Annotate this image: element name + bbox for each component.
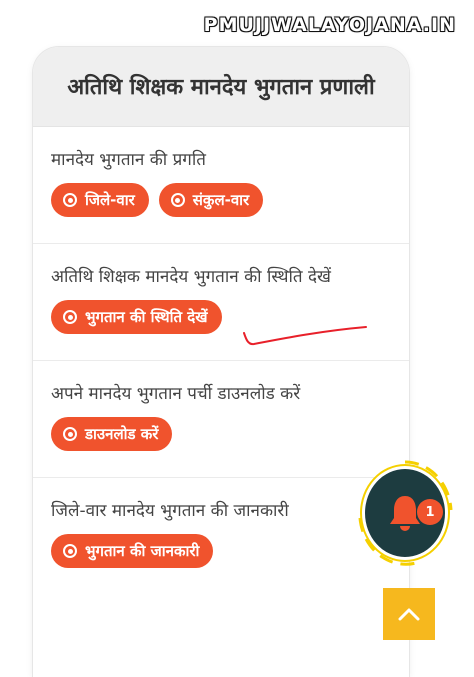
notification-count-badge: 1 [417, 499, 443, 525]
button-label: जिले-वार [85, 191, 135, 209]
district-wise-button[interactable]: जिले-वार [51, 183, 149, 217]
red-underline-scribble [243, 326, 367, 346]
card-header: अतिथि शिक्षक मानदेय भुगतान प्रणाली [33, 47, 409, 127]
button-label: भुगतान की जानकारी [85, 542, 200, 560]
button-label: संकुल-वार [192, 191, 250, 209]
section-payment-progress: मानदेय भुगतान की प्रगति जिले-वार संकुल-व… [33, 127, 409, 244]
radio-dot-icon [170, 193, 185, 207]
section-label: जिले-वार मानदेय भुगतान की जानकारी [51, 501, 289, 521]
button-label: डाउनलोड करें [85, 425, 159, 443]
section-download-slip: अपने मानदेय भुगतान पर्ची डाउनलोड करें डा… [33, 361, 409, 478]
button-row: जिले-वार संकुल-वार [51, 183, 397, 217]
card-title: अतिथि शिक्षक मानदेय भुगतान प्रणाली [67, 73, 375, 100]
section-label: मानदेय भुगतान की प्रगति [51, 150, 206, 170]
payment-info-button[interactable]: भुगतान की जानकारी [51, 534, 214, 568]
payment-system-card: अतिथि शिक्षक मानदेय भुगतान प्रणाली मानदे… [33, 47, 409, 677]
radio-dot-icon [63, 193, 77, 207]
radio-dot-icon [63, 310, 77, 324]
notification-widget[interactable]: 1 [356, 460, 454, 566]
notification-button[interactable]: 1 [362, 466, 448, 560]
site-watermark: PMUJJWALAYOJANA.IN [203, 14, 456, 36]
scroll-to-top-button[interactable] [383, 588, 435, 640]
download-button[interactable]: डाउनलोड करें [51, 417, 173, 451]
check-payment-status-button[interactable]: भुगतान की स्थिति देखें [51, 300, 222, 334]
button-row: डाउनलोड करें [51, 417, 397, 451]
cluster-wise-button[interactable]: संकुल-वार [158, 183, 264, 217]
radio-dot-icon [63, 427, 77, 441]
button-label: भुगतान की स्थिति देखें [85, 308, 208, 326]
button-row: भुगतान की जानकारी [51, 534, 397, 568]
radio-dot-icon [63, 544, 77, 558]
chevron-up-icon [398, 608, 420, 621]
section-label: अपने मानदेय भुगतान पर्ची डाउनलोड करें [51, 384, 301, 404]
section-label: अतिथि शिक्षक मानदेय भुगतान की स्थिति देख… [51, 267, 331, 287]
section-district-info: जिले-वार मानदेय भुगतान की जानकारी भुगतान… [33, 478, 409, 595]
